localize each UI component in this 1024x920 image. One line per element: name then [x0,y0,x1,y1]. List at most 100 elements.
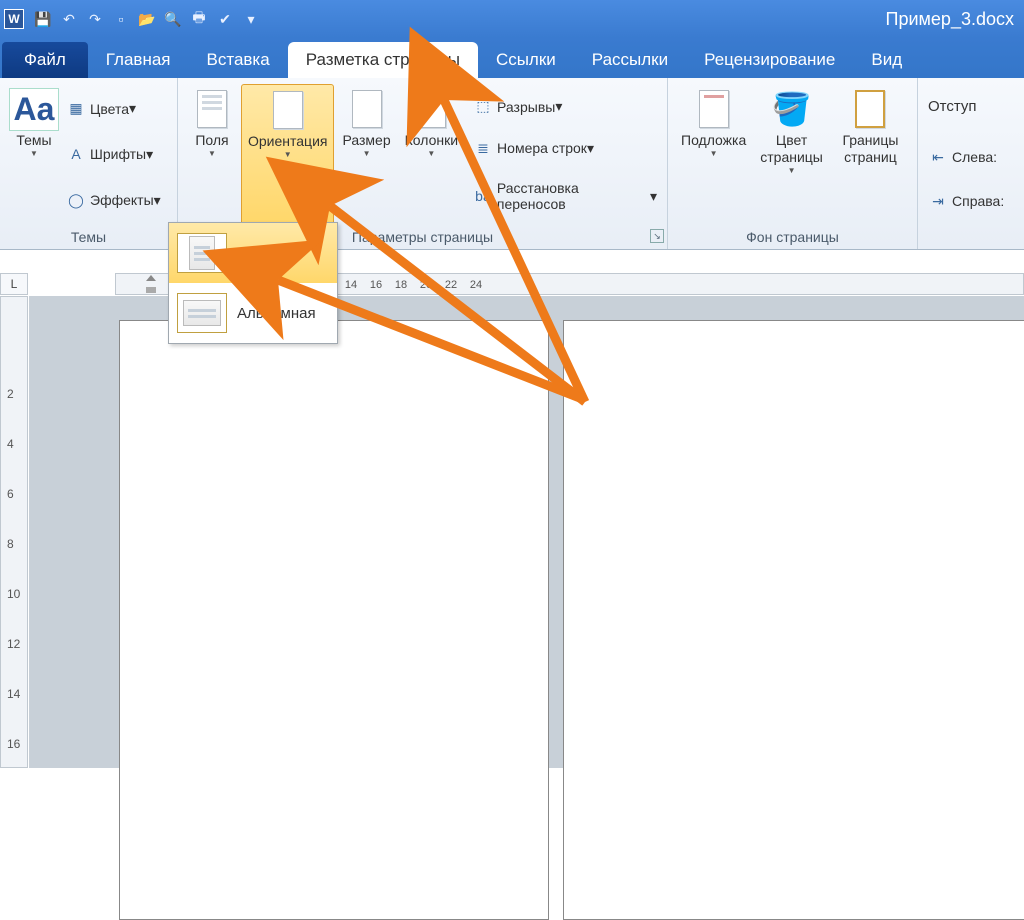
effects-label: Эффекты [90,192,154,208]
colors-icon: ▦ [66,99,86,119]
line-numbers-icon: ≣ [473,138,493,158]
hyphenation-label: Расстановка переносов [497,180,650,212]
qat-mode-icon[interactable]: ▾ [241,9,261,29]
page-borders-label: Границы страниц [837,132,904,166]
colors-label: Цвета [90,101,129,117]
portrait-label: Книжная [237,245,297,262]
indent-heading: Отступ [924,98,1008,125]
vruler-tick: 2 [7,387,14,401]
tab-insert[interactable]: Вставка [189,42,288,78]
chevron-down-icon: ▼ [284,150,292,159]
indent-left-icon: ⇤ [928,147,948,167]
tab-home[interactable]: Главная [88,42,189,78]
breaks-icon: ⬚ [473,97,493,117]
vruler-tick: 4 [7,437,14,451]
chevron-down-icon: ▼ [208,149,216,158]
size-button[interactable]: Размер ▼ [336,84,396,225]
margins-button[interactable]: Поля ▼ [185,84,239,225]
page-color-icon: 🪣 [771,88,813,130]
vruler-tick: 14 [7,687,20,701]
fonts-icon: A [66,144,86,164]
ruler-tick: 24 [466,274,486,296]
tab-mailings[interactable]: Рассылки [574,42,686,78]
themes-label: Темы [16,132,51,149]
ruler-tick: 14 [341,274,361,296]
theme-colors-button[interactable]: ▦Цвета ▾ [62,97,165,121]
watermark-button[interactable]: Подложка ▼ [675,84,752,225]
breaks-label: Разрывы [497,99,555,115]
columns-button[interactable]: Колонки ▼ [399,84,464,225]
indent-left-label: Слева: [952,149,997,165]
vertical-ruler[interactable]: 2 4 6 8 10 12 14 16 [0,296,28,768]
landscape-icon [177,293,227,333]
fonts-label: Шрифты [90,146,146,162]
vruler-tick: 10 [7,587,20,601]
tab-review[interactable]: Рецензирование [686,42,853,78]
qat-undo-icon[interactable]: ↶ [59,9,79,29]
size-label: Размер [342,132,390,149]
size-icon [346,88,388,130]
breaks-button[interactable]: ⬚Разрывы ▾ [469,95,661,119]
ruler-tick: 20 [416,274,436,296]
orientation-landscape-item[interactable]: Альбомная [169,283,337,343]
group-page-background: Подложка ▼ 🪣 Цвет страницы ▼ Границы стр… [668,78,918,249]
qat-spell-icon[interactable]: ✔ [215,9,235,29]
qat-save-icon[interactable]: 💾 [33,9,53,29]
indent-right-row[interactable]: ⇥Справа: [924,189,1008,213]
hyphenation-button[interactable]: bāРасстановка переносов ▾ [469,178,661,214]
chevron-down-icon: ▼ [710,149,718,158]
vruler-tick: 16 [7,737,20,751]
columns-icon [410,88,452,130]
group-themes-title: Темы [6,225,171,249]
page-setup-dialog-launcher[interactable]: ↘ [650,229,664,243]
document-area[interactable] [29,296,1024,768]
qat-quickprint-icon[interactable]: 🖶 [189,9,209,29]
page-borders-button[interactable]: Границы страниц [831,84,910,225]
group-paragraph: Отступ ⇤Слева: ⇥Справа: [918,78,1024,249]
chevron-down-icon: ▼ [788,166,796,175]
ribbon-tabs: Файл Главная Вставка Разметка страницы С… [0,38,1024,78]
margins-icon [191,88,233,130]
ruler-tick: 16 [366,274,386,296]
group-paragraph-title [924,225,1018,249]
page-2[interactable] [563,320,1024,920]
vruler-tick: 6 [7,487,14,501]
themes-button[interactable]: Aa Темы ▼ [7,84,61,225]
tab-file[interactable]: Файл [2,42,88,78]
page-borders-icon [849,88,891,130]
qat-preview-icon[interactable]: 🔍 [163,9,183,29]
ruler-tick: 18 [391,274,411,296]
titlebar: W 💾 ↶ ↷ ▫ 📂 🔍 🖶 ✔ ▾ Пример_3.docx [0,0,1024,38]
page-color-label: Цвет страницы [760,132,823,166]
tab-selector[interactable]: L [0,273,28,295]
watermark-label: Подложка [681,132,746,149]
tab-page-layout[interactable]: Разметка страницы [288,42,478,78]
indent-left-row[interactable]: ⇤Слева: [924,145,1008,169]
qat-new-icon[interactable]: ▫ [111,9,131,29]
chevron-down-icon: ▼ [427,149,435,158]
chevron-down-icon: ▼ [30,149,38,158]
tab-references[interactable]: Ссылки [478,42,574,78]
page-1[interactable] [119,320,549,920]
page-color-button[interactable]: 🪣 Цвет страницы ▼ [754,84,829,225]
line-numbers-button[interactable]: ≣Номера строк ▾ [469,136,661,160]
theme-effects-button[interactable]: ◯Эффекты ▾ [62,188,165,212]
theme-fonts-button[interactable]: AШрифты ▾ [62,142,165,166]
indent-right-icon: ⇥ [928,191,948,211]
landscape-label: Альбомная [237,305,316,322]
orientation-portrait-item[interactable]: Книжная [169,223,337,283]
orientation-button[interactable]: Ориентация ▼ [241,84,334,225]
word-app-icon[interactable]: W [4,9,24,29]
ruler-tick: 22 [441,274,461,296]
indent-marker[interactable] [146,275,156,293]
effects-icon: ◯ [66,190,86,210]
document-title: Пример_3.docx [886,9,1014,30]
qat-redo-icon[interactable]: ↷ [85,9,105,29]
vruler-tick: 12 [7,637,20,651]
indent-right-label: Справа: [952,193,1004,209]
tab-view[interactable]: Вид [853,42,920,78]
chevron-down-icon: ▼ [363,149,371,158]
vruler-tick: 8 [7,537,14,551]
qat-open-icon[interactable]: 📂 [137,9,157,29]
group-themes: Aa Темы ▼ ▦Цвета ▾ AШрифты ▾ ◯Эффекты ▾ … [0,78,178,249]
